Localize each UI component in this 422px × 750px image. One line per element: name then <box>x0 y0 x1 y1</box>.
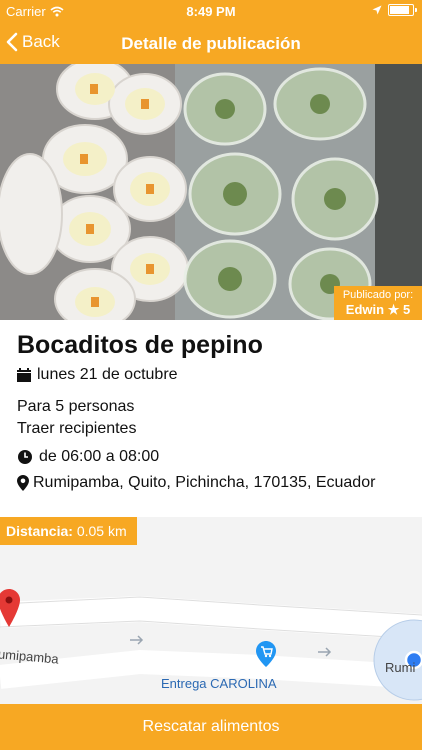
publisher-info: Edwin ★ 5 <box>334 302 422 318</box>
rescue-food-button[interactable]: Rescatar alimentos <box>0 704 422 750</box>
clock: 8:49 PM <box>186 4 236 19</box>
publisher-badge: Publicado por: Edwin ★ 5 <box>334 286 422 320</box>
publisher-name: Edwin <box>345 302 385 317</box>
calendar-icon <box>17 368 31 382</box>
clock-icon <box>18 450 32 464</box>
date-row: lunes 21 de octubre <box>17 366 407 384</box>
time-row: de 06:00 a 08:00 <box>17 448 407 466</box>
publisher-rating: 5 <box>402 302 411 317</box>
distance-value: 0.05 km <box>76 523 127 539</box>
store-pin[interactable] <box>256 641 276 672</box>
distance-label: Distancia: <box>6 523 73 539</box>
map-marker-icon <box>17 475 29 491</box>
location-arrow-icon <box>372 5 382 15</box>
post-note: Traer recipientes <box>17 420 137 437</box>
battery-icon <box>388 4 417 16</box>
description: Para 5 personas Traer recipientes <box>17 396 407 440</box>
food-photo: Publicado por: Edwin ★ 5 <box>0 64 422 320</box>
status-bar: Carrier 8:49 PM <box>0 0 422 22</box>
map-view[interactable]: umipamba Rumi Entrega CAROLINA <box>0 517 422 707</box>
star-icon: ★ <box>387 302 400 317</box>
address-row: Rumipamba, Quito, Pichincha, 170135, Ecu… <box>17 474 407 492</box>
post-details: Bocaditos de pepino lunes 21 de octubre … <box>17 330 407 492</box>
page-title: Detalle de publicación <box>121 34 301 53</box>
street-label-right: Rumi <box>385 660 416 675</box>
status-right <box>372 4 417 16</box>
navigation-bar: Back Detalle de publicación <box>0 28 422 60</box>
pickup-time: de 06:00 a 08:00 <box>39 448 160 465</box>
food-photo-illustration <box>0 64 422 320</box>
address: Rumipamba, Quito, Pichincha, 170135, Ecu… <box>33 474 376 491</box>
location-marker[interactable] <box>0 589 20 632</box>
top-bar: Carrier 8:49 PM Back Detalle de publicac… <box>0 0 422 64</box>
map-pin-icon <box>0 589 20 627</box>
shopping-cart-icon <box>256 641 276 667</box>
people-count: Para 5 personas <box>17 398 135 415</box>
post-title: Bocaditos de pepino <box>17 331 263 359</box>
distance-badge: Distancia: 0.05 km <box>0 517 137 545</box>
publisher-label: Publicado por: <box>342 289 414 301</box>
place-label: Entrega CAROLINA <box>161 676 277 691</box>
post-date: lunes 21 de octubre <box>37 366 178 383</box>
